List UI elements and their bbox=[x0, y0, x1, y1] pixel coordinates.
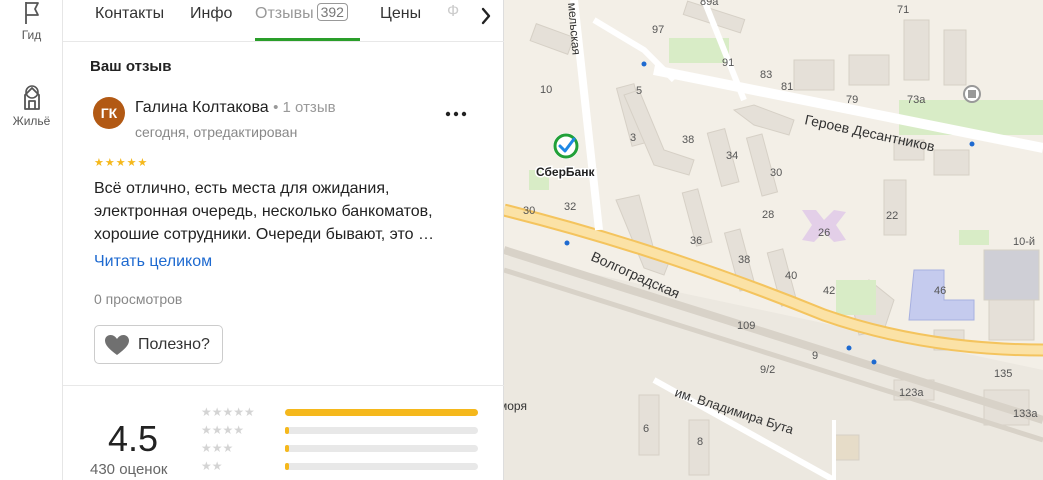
distribution-bar bbox=[285, 409, 478, 416]
review-date: сегодня, отредактирован bbox=[135, 124, 298, 140]
author-review-count: • 1 отзыв bbox=[273, 99, 336, 116]
svg-text:26: 26 bbox=[818, 227, 830, 239]
street-label: моря bbox=[504, 399, 527, 413]
rail-item-guide[interactable]: Гид bbox=[0, 0, 63, 42]
tab-contacts[interactable]: Контакты bbox=[95, 3, 164, 41]
tab-reviews[interactable]: Отзывы 392 bbox=[255, 3, 348, 41]
business-panel: Контакты Инфо Отзывы 392 Цены Ф Ваш отзыв… bbox=[63, 0, 504, 480]
author-name[interactable]: Галина Колтакова bbox=[135, 99, 269, 116]
distribution-bar bbox=[285, 445, 478, 452]
tab-photos[interactable]: Ф bbox=[447, 3, 459, 21]
svg-text:8: 8 bbox=[697, 436, 703, 448]
more-options-button[interactable] bbox=[445, 100, 467, 123]
rating-distribution-row: ★★ bbox=[201, 459, 481, 473]
house-icon bbox=[23, 85, 40, 110]
left-rail: Гид Жильё bbox=[0, 0, 63, 480]
useful-button[interactable]: Полезно? bbox=[94, 325, 223, 364]
distribution-bar bbox=[285, 427, 478, 434]
tab-reviews-label: Отзывы bbox=[255, 5, 314, 22]
svg-text:97: 97 bbox=[652, 24, 664, 36]
svg-text:81: 81 bbox=[781, 81, 793, 93]
heart-icon bbox=[105, 335, 129, 355]
views-count: 0 просмотров bbox=[94, 291, 183, 307]
svg-text:22: 22 bbox=[886, 210, 898, 222]
distribution-bar bbox=[285, 463, 478, 470]
distribution-stars: ★★ bbox=[201, 459, 223, 473]
rating-distribution-row: ★★★ bbox=[201, 441, 481, 455]
svg-text:46: 46 bbox=[934, 285, 946, 297]
section-divider bbox=[63, 385, 504, 386]
rating-distribution-row: ★★★★ bbox=[201, 423, 481, 437]
read-more-link[interactable]: Читать целиком bbox=[94, 253, 212, 271]
reviews-count-badge: 392 bbox=[316, 3, 348, 21]
distribution-stars: ★★★ bbox=[201, 441, 234, 455]
distribution-stars: ★★★★ bbox=[201, 423, 245, 437]
tab-bar: Контакты Инфо Отзывы 392 Цены Ф bbox=[63, 0, 504, 42]
svg-text:40: 40 bbox=[785, 270, 797, 282]
your-review-title: Ваш отзыв bbox=[90, 58, 172, 75]
svg-text:9/2: 9/2 bbox=[760, 364, 775, 376]
tabs-next-button[interactable] bbox=[471, 2, 501, 38]
distribution-fill bbox=[285, 427, 289, 434]
svg-text:36: 36 bbox=[690, 235, 702, 247]
chevron-right-icon bbox=[481, 7, 491, 25]
rating-distribution-row: ★★★★★ bbox=[201, 405, 481, 419]
distribution-fill bbox=[285, 445, 289, 452]
review-text: Всё отлично, есть места для ожидания, эл… bbox=[94, 180, 434, 243]
ratings-count: 430 оценок bbox=[90, 461, 168, 478]
svg-text:71: 71 bbox=[897, 4, 909, 16]
svg-text:30: 30 bbox=[523, 205, 535, 217]
useful-label: Полезно? bbox=[138, 335, 210, 353]
svg-text:38: 38 bbox=[682, 134, 694, 146]
svg-text:79: 79 bbox=[846, 94, 858, 106]
distribution-fill bbox=[285, 409, 478, 416]
rail-item-housing[interactable]: Жильё bbox=[0, 82, 63, 128]
review-rating-stars: ★★★★★ bbox=[94, 157, 149, 169]
svg-text:30: 30 bbox=[770, 167, 782, 179]
flag-icon bbox=[24, 2, 39, 24]
svg-text:5: 5 bbox=[636, 85, 642, 97]
svg-text:91: 91 bbox=[722, 57, 734, 69]
tab-prices[interactable]: Цены bbox=[380, 3, 421, 41]
distribution-fill bbox=[285, 463, 289, 470]
svg-text:32: 32 bbox=[564, 201, 576, 213]
distribution-stars: ★★★★★ bbox=[201, 405, 255, 419]
svg-text:133а: 133а bbox=[1013, 408, 1038, 420]
svg-text:9: 9 bbox=[812, 350, 818, 362]
svg-text:123а: 123а bbox=[899, 387, 924, 399]
rail-item-label: Жильё bbox=[12, 114, 51, 128]
svg-text:10: 10 bbox=[540, 84, 552, 96]
svg-text:42: 42 bbox=[823, 285, 835, 297]
svg-text:135: 135 bbox=[994, 368, 1012, 380]
svg-text:73а: 73а bbox=[907, 94, 926, 106]
ellipsis-icon bbox=[445, 111, 467, 117]
map-view[interactable]: Героев Десантников Волгоградская им. Вла… bbox=[499, 0, 1043, 480]
svg-text:34: 34 bbox=[726, 150, 738, 162]
svg-text:83: 83 bbox=[760, 69, 772, 81]
avatar[interactable]: ГК bbox=[93, 97, 125, 129]
tab-info[interactable]: Инфо bbox=[190, 3, 232, 41]
active-tab-indicator bbox=[255, 38, 360, 41]
svg-text:38: 38 bbox=[738, 254, 750, 266]
average-rating: 4.5 bbox=[108, 418, 159, 459]
svg-text:28: 28 bbox=[762, 209, 774, 221]
poi-label: СберБанк bbox=[536, 165, 595, 179]
rail-item-label: Гид bbox=[21, 28, 42, 42]
map-canvas[interactable]: Героев Десантников Волгоградская им. Вла… bbox=[499, 0, 1043, 480]
svg-text:109: 109 bbox=[737, 320, 755, 332]
svg-text:10-й: 10-й bbox=[1013, 236, 1035, 248]
svg-text:3: 3 bbox=[630, 132, 636, 144]
review-author: Галина Колтакова • 1 отзыв bbox=[135, 99, 336, 117]
svg-text:89а: 89а bbox=[700, 0, 719, 8]
svg-text:6: 6 bbox=[643, 423, 649, 435]
